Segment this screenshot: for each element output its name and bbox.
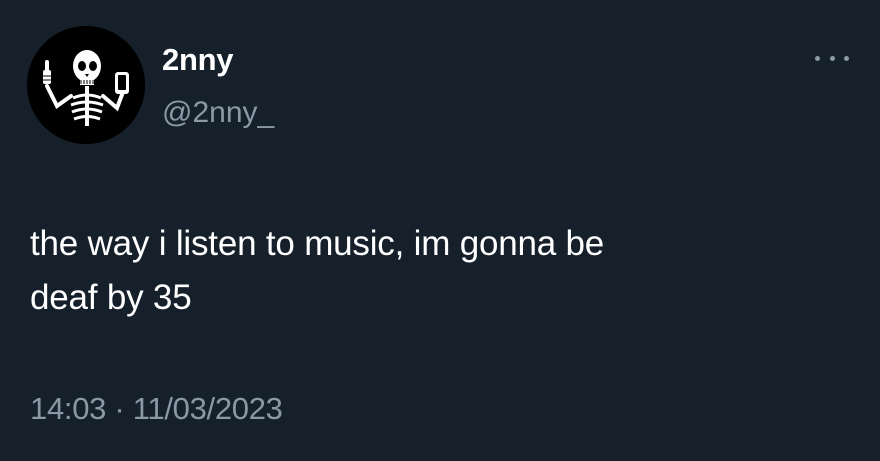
tweet-text: the way i listen to music, im gonna be d… [30,224,605,317]
avatar[interactable] [27,26,145,144]
tweet-timestamp[interactable]: 14:03 · 11/03/2023 [30,391,283,427]
more-dot [829,55,835,61]
more-dot [844,55,849,61]
tweet-time: 14:03 [30,391,107,426]
user-handle[interactable]: @2nny_ [162,96,274,130]
tweet-card: 2nny @2nny_ the way i listen to music, i… [0,0,880,461]
tweet-date: 11/03/2023 [132,391,283,426]
display-name[interactable]: 2nny [162,42,233,78]
skeleton-avatar-icon [27,26,145,144]
more-options-icon[interactable] [815,48,849,68]
more-dot [815,55,820,61]
timestamp-separator: · [114,391,125,426]
